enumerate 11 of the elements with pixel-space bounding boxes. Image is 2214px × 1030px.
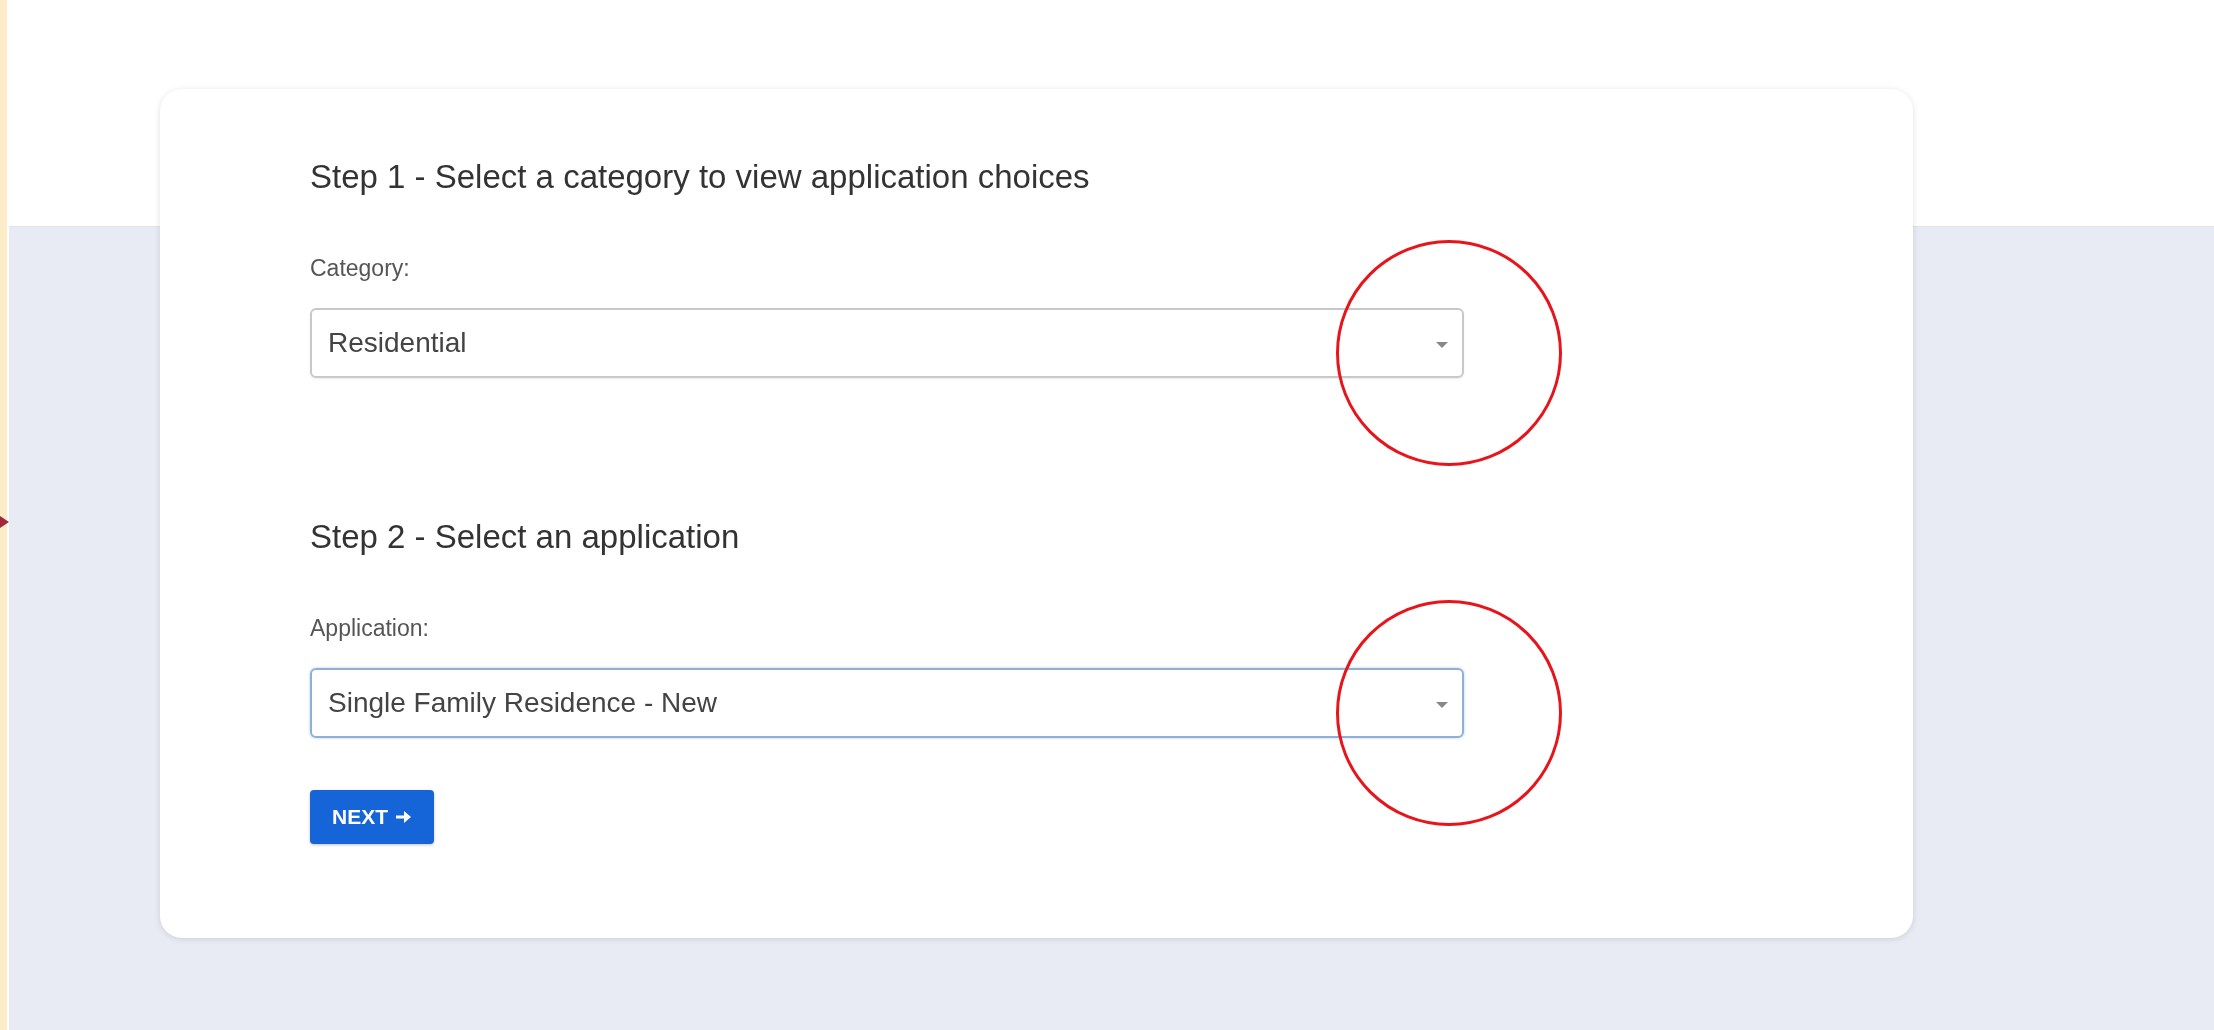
caret-icon (1436, 702, 1448, 708)
dropdown-field[interactable]: Single Family Residence - New (310, 668, 1464, 738)
step-heading: Step 1 - Select a category to view application choices (310, 157, 1090, 197)
arrow-right-icon (396, 810, 412, 824)
field-label: Category: (310, 254, 410, 283)
pointer-arrow-icon (0, 516, 9, 528)
next-button[interactable]: NEXT (310, 790, 434, 844)
dropdown-field[interactable]: Residential (310, 308, 1464, 378)
step-heading: Step 2 - Select an application (310, 517, 740, 557)
caret-icon (1436, 342, 1448, 348)
field-label: Application: (310, 614, 429, 643)
